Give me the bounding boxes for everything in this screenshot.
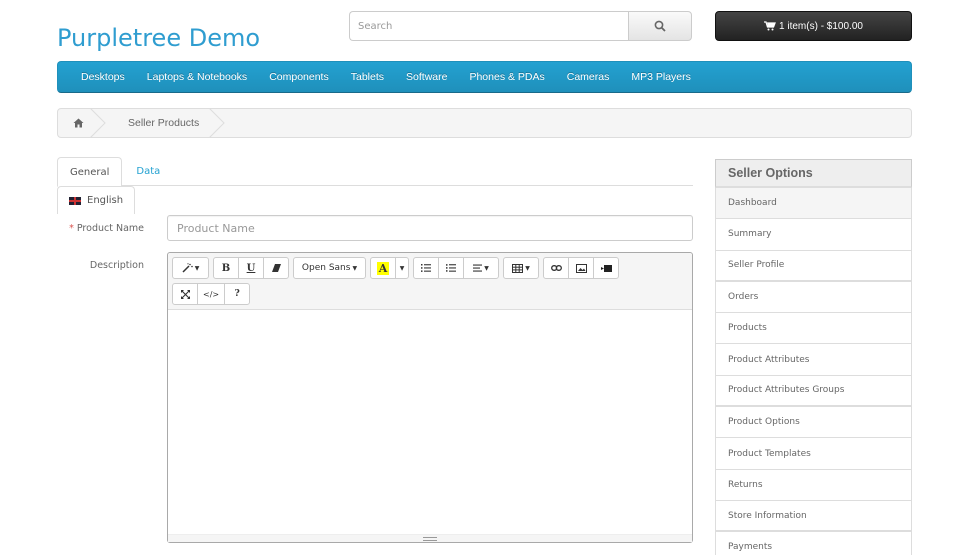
- menu-item-components[interactable]: Components: [258, 71, 340, 83]
- breadcrumb-seller-products[interactable]: Seller Products: [106, 108, 225, 138]
- table-button[interactable]: ▼: [503, 257, 539, 279]
- search-bar: [349, 11, 692, 41]
- product-name-input[interactable]: [167, 215, 693, 241]
- sidebar-item-orders[interactable]: Orders: [715, 281, 912, 314]
- eraser-icon: [271, 264, 281, 272]
- code-view-button[interactable]: </>: [197, 283, 226, 305]
- product-name-label-text: Product Name: [76, 223, 144, 234]
- editor-toolbar: ▼ B U Open Sans ▼ A ▼ ▼ ▼ </> ?: [168, 253, 692, 310]
- style-button[interactable]: ▼: [172, 257, 209, 279]
- text-color-dropdown[interactable]: ▼: [395, 257, 409, 279]
- video-icon: [600, 264, 612, 272]
- link-icon: [550, 265, 562, 271]
- seller-options-sidebar: Seller Options Dashboard Summary Seller …: [715, 159, 912, 555]
- unordered-list-icon: [421, 264, 431, 272]
- link-button[interactable]: [543, 257, 569, 279]
- search-input[interactable]: [349, 11, 628, 41]
- sidebar-title: Seller Options: [715, 159, 912, 188]
- description-content-area[interactable]: [168, 310, 692, 534]
- search-icon: [654, 20, 666, 32]
- resize-grip-icon: [423, 536, 437, 541]
- breadcrumb-home[interactable]: [58, 108, 106, 138]
- menu-item-laptops[interactable]: Laptops & Notebooks: [136, 71, 258, 83]
- sidebar-item-store-information[interactable]: Store Information: [715, 500, 912, 533]
- clear-format-button[interactable]: [263, 257, 289, 279]
- menu-item-phones[interactable]: Phones & PDAs: [458, 71, 555, 83]
- sidebar-item-summary[interactable]: Summary: [715, 219, 912, 251]
- cart-button[interactable]: 1 item(s) - $100.00: [715, 11, 912, 41]
- menu-item-desktops[interactable]: Desktops: [70, 71, 136, 83]
- sidebar-item-product-attributes[interactable]: Product Attributes: [715, 344, 912, 376]
- tab-language-english[interactable]: English: [57, 186, 136, 214]
- fullscreen-button[interactable]: [172, 283, 198, 305]
- text-color-button[interactable]: A: [370, 257, 396, 279]
- required-marker: *: [69, 223, 74, 234]
- search-button[interactable]: [628, 11, 692, 41]
- uk-flag-icon: [69, 196, 81, 205]
- help-button[interactable]: ?: [224, 283, 251, 305]
- fullscreen-icon: [180, 289, 190, 299]
- breadcrumb-label: Seller Products: [128, 117, 200, 129]
- sidebar-item-product-options[interactable]: Product Options: [715, 407, 912, 439]
- font-family-value: Open Sans: [301, 263, 351, 273]
- language-label: English: [87, 195, 124, 206]
- description-editor: ▼ B U Open Sans ▼ A ▼ ▼ ▼ </> ?: [167, 252, 693, 543]
- bold-button[interactable]: B: [213, 257, 239, 279]
- picture-button[interactable]: [568, 257, 594, 279]
- cart-total: 1 item(s) - $100.00: [779, 20, 863, 32]
- tab-data[interactable]: Data: [122, 157, 174, 186]
- table-icon: [512, 263, 524, 273]
- language-tabs: English: [57, 186, 693, 214]
- ordered-list-button[interactable]: [438, 257, 464, 279]
- store-logo[interactable]: Purpletree Demo: [57, 24, 260, 52]
- sidebar-item-products[interactable]: Products: [715, 313, 912, 345]
- sidebar-item-payments[interactable]: Payments: [715, 532, 912, 555]
- video-button[interactable]: [593, 257, 619, 279]
- underline-button[interactable]: U: [238, 257, 264, 279]
- picture-icon: [575, 263, 587, 273]
- menu-item-tablets[interactable]: Tablets: [340, 71, 395, 83]
- home-icon: [73, 118, 84, 128]
- breadcrumb-separator: [90, 108, 106, 138]
- sidebar-item-product-templates[interactable]: Product Templates: [715, 438, 912, 470]
- sidebar-item-dashboard[interactable]: Dashboard: [715, 188, 912, 220]
- editor-resize-handle[interactable]: [168, 534, 692, 542]
- sidebar-item-seller-profile[interactable]: Seller Profile: [715, 250, 912, 282]
- align-icon: [473, 264, 483, 272]
- menu-item-cameras[interactable]: Cameras: [556, 71, 621, 83]
- product-name-label: * Product Name: [56, 223, 144, 234]
- sidebar-item-returns[interactable]: Returns: [715, 469, 912, 501]
- menu-item-software[interactable]: Software: [395, 71, 458, 83]
- highlight-letter: A: [376, 261, 390, 275]
- breadcrumb-separator: [209, 108, 225, 138]
- category-menu: Desktops Laptops & Notebooks Components …: [57, 61, 912, 93]
- magic-wand-icon: [182, 263, 193, 273]
- breadcrumb: Seller Products: [57, 108, 912, 138]
- product-tabs: General Data: [57, 157, 693, 187]
- paragraph-align-button[interactable]: ▼: [463, 257, 499, 279]
- tab-general[interactable]: General: [57, 157, 123, 187]
- menu-item-mp3-players[interactable]: MP3 Players: [620, 71, 702, 83]
- shopping-cart-icon: [764, 21, 776, 31]
- unordered-list-button[interactable]: [413, 257, 439, 279]
- ordered-list-icon: [446, 264, 456, 272]
- font-family-dropdown[interactable]: Open Sans ▼: [293, 257, 366, 279]
- description-label: Description: [89, 260, 144, 271]
- sidebar-item-product-attributes-groups[interactable]: Product Attributes Groups: [715, 375, 912, 408]
